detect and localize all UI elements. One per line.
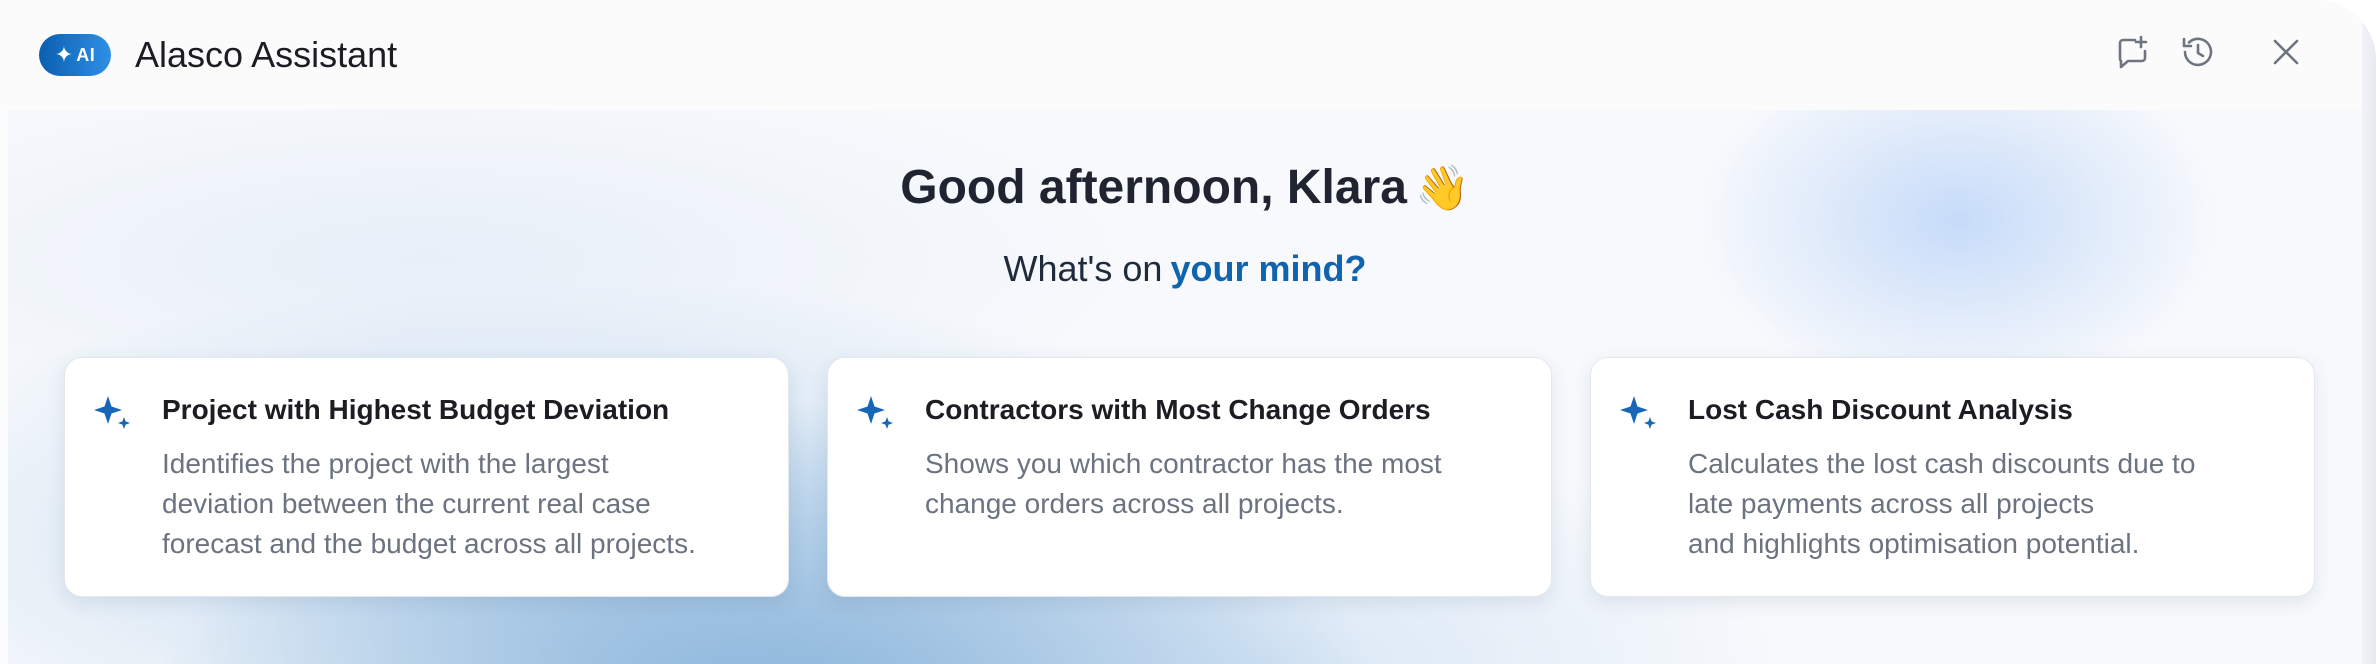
assistant-header: ✦ AI Alasco Assistant bbox=[0, 0, 2362, 110]
suggestion-title: Lost Cash Discount Analysis bbox=[1688, 394, 2073, 425]
history-icon bbox=[2182, 37, 2213, 67]
suggestion-card-budget-deviation[interactable]: Project with Highest Budget Deviation Id… bbox=[64, 357, 789, 597]
sparkle-icon bbox=[1620, 396, 1656, 429]
greeting-text: Good afternoon, Klara bbox=[900, 161, 1407, 214]
sparkle-icon bbox=[857, 396, 893, 429]
prompt-accent: your mind? bbox=[1170, 248, 1367, 289]
greeting-heading: Good afternoon, Klara 👋 bbox=[8, 160, 2362, 215]
ai-badge-label: AI bbox=[76, 44, 96, 65]
history-button[interactable] bbox=[2176, 30, 2220, 74]
header-actions bbox=[2110, 30, 2308, 74]
suggestion-description: Shows you which contractor has the most … bbox=[925, 448, 1442, 519]
ai-badge: ✦ AI bbox=[39, 34, 111, 76]
prompt-prefix: What's on bbox=[1003, 248, 1163, 289]
suggestion-cards: Project with Highest Budget Deviation Id… bbox=[64, 357, 2315, 597]
suggestion-description: Calculates the lost cash discounts due t… bbox=[1688, 448, 2196, 559]
waving-hand-icon: 👋 bbox=[1414, 163, 1470, 214]
close-button[interactable] bbox=[2264, 30, 2308, 74]
sparkle-icon bbox=[94, 396, 130, 429]
chat-plus-icon bbox=[2118, 35, 2148, 69]
assistant-panel: ✦ AI Alasco Assistant Good afternoon, Kl… bbox=[0, 0, 2376, 664]
panel-edge bbox=[2362, 0, 2376, 664]
suggestion-title: Contractors with Most Change Orders bbox=[925, 394, 1431, 425]
sparkle-icon: ✦ bbox=[54, 42, 74, 67]
new-chat-button[interactable] bbox=[2110, 30, 2154, 74]
suggestion-description: Identifies the project with the largest … bbox=[162, 448, 696, 559]
assistant-main: Good afternoon, Klara 👋 What's on your min… bbox=[8, 110, 2362, 664]
prompt-subheading: What's on your mind? bbox=[8, 248, 2362, 290]
suggestion-card-change-orders[interactable]: Contractors with Most Change Orders Show… bbox=[827, 357, 1552, 597]
app-title: Alasco Assistant bbox=[135, 34, 398, 75]
suggestion-card-cash-discount[interactable]: Lost Cash Discount Analysis Calculates t… bbox=[1590, 357, 2315, 597]
suggestion-title: Project with Highest Budget Deviation bbox=[162, 394, 670, 425]
close-icon bbox=[2273, 39, 2299, 65]
